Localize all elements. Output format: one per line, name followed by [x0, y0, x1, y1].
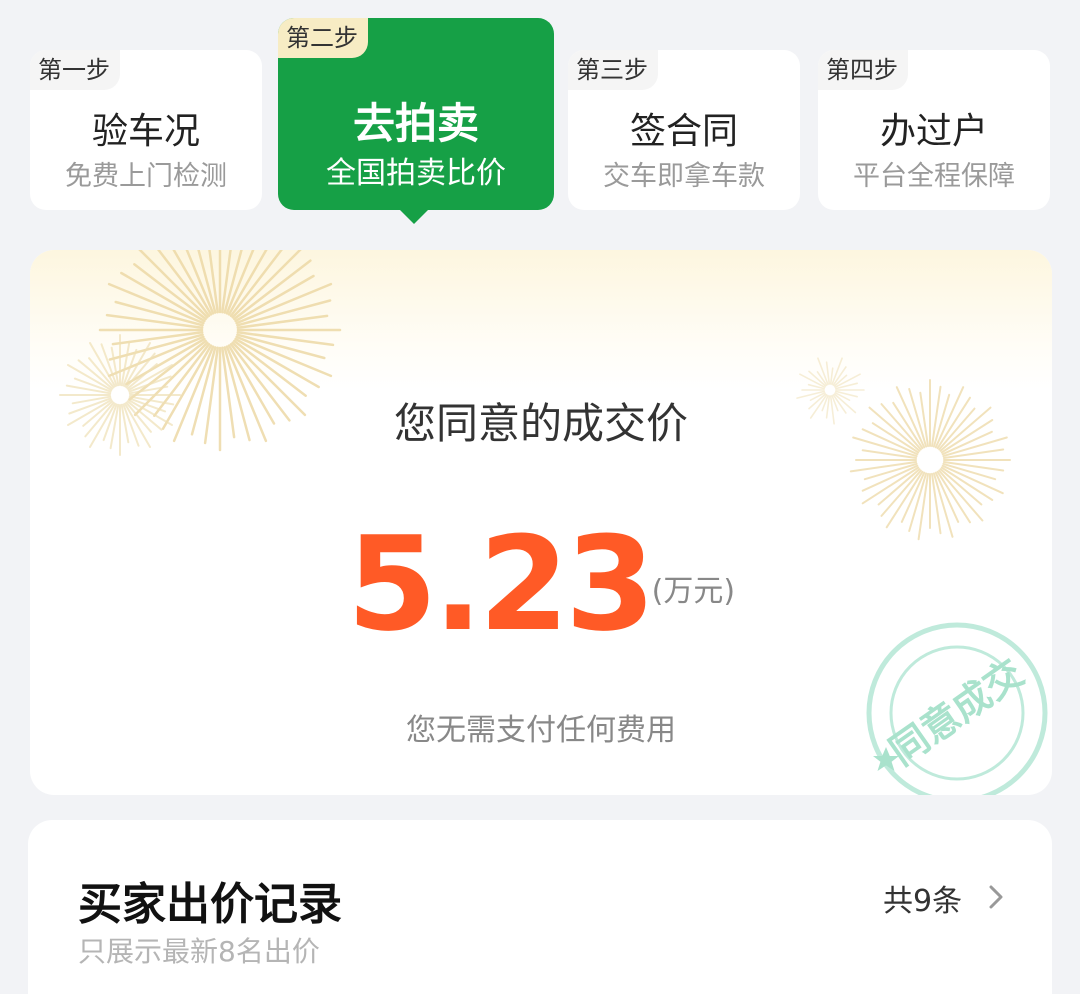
step-transfer[interactable]: 第四步 办过户 平台全程保障	[818, 50, 1050, 210]
bid-count[interactable]: 共9条	[883, 876, 962, 920]
active-step-pointer	[398, 208, 430, 224]
step-title: 去拍卖	[352, 99, 479, 148]
step-inspect[interactable]: 第一步 验车况 免费上门检测	[30, 50, 262, 210]
agreed-price-value: 5.23	[346, 508, 656, 660]
bid-record-title: 买家出价记录	[78, 879, 342, 930]
agreed-price-label: 您同意的成交价	[393, 399, 688, 448]
step-subtitle: 免费上门检测	[65, 161, 227, 192]
step-title: 验车况	[91, 111, 200, 152]
step-subtitle: 平台全程保障	[853, 161, 1015, 192]
bid-record-card[interactable]: 买家出价记录 只展示最新8名出价 共9条	[28, 820, 1052, 994]
step-tag: 第四步	[818, 50, 908, 90]
bid-record-subtitle: 只展示最新8名出价	[78, 935, 320, 968]
agreed-price-card: 您同意的成交价 5.23(万元) 您无需支付任何费用 同意成交	[30, 250, 1052, 795]
step-title: 办过户	[879, 111, 988, 152]
step-tag: 第三步	[568, 50, 658, 90]
price-unit: (万元)	[651, 574, 736, 609]
app-page: 第一步 验车况 免费上门检测 第二步 去拍卖 全国拍卖比价 第三步 签合同 交车…	[0, 0, 1080, 994]
step-auction[interactable]: 第二步 去拍卖 全国拍卖比价	[278, 18, 554, 224]
chevron-right-icon[interactable]	[986, 882, 1006, 912]
step-tag: 第一步	[30, 50, 120, 90]
agreed-deal-stamp: 同意成交	[866, 622, 1048, 795]
step-subtitle: 交车即拿车款	[603, 161, 765, 192]
step-contract[interactable]: 第三步 签合同 交车即拿车款	[568, 50, 800, 210]
step-title: 签合同	[629, 111, 738, 152]
process-steps: 第一步 验车况 免费上门检测 第二步 去拍卖 全国拍卖比价 第三步 签合同 交车…	[0, 0, 1080, 240]
step-tag: 第二步	[278, 18, 368, 58]
step-subtitle: 全国拍卖比价	[326, 156, 506, 191]
